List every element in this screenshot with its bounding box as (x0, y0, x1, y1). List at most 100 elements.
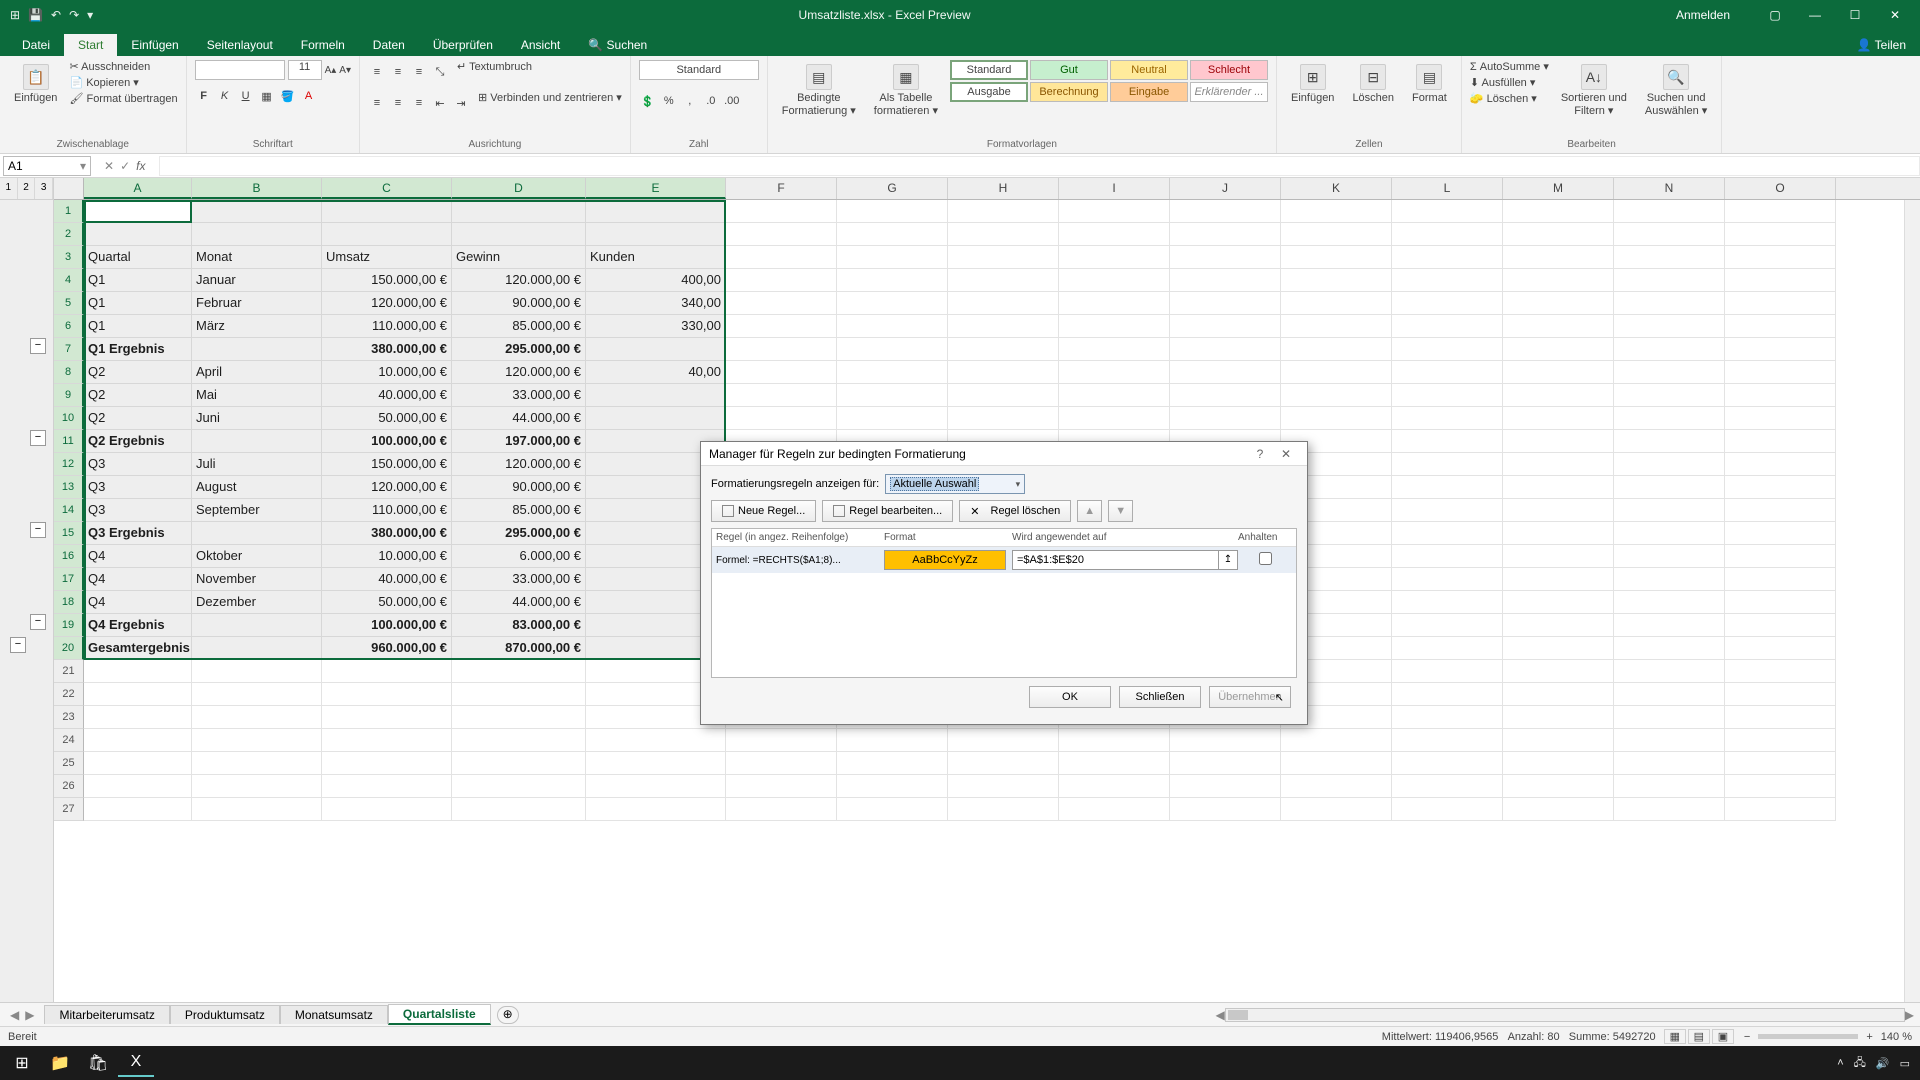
cell[interactable] (1503, 407, 1614, 430)
cell[interactable] (837, 269, 948, 292)
cell[interactable] (1503, 614, 1614, 637)
fx-icon[interactable]: fx (136, 159, 145, 173)
cell[interactable] (1170, 752, 1281, 775)
cell[interactable] (1170, 315, 1281, 338)
cell[interactable] (84, 660, 192, 683)
cell[interactable] (1614, 315, 1725, 338)
row-header[interactable]: 18 (54, 591, 84, 614)
italic-button[interactable]: K (216, 87, 234, 105)
cell[interactable]: 40,00 (586, 361, 726, 384)
cell[interactable] (1725, 568, 1836, 591)
cell[interactable] (1725, 384, 1836, 407)
cell[interactable] (192, 660, 322, 683)
cell[interactable] (1170, 384, 1281, 407)
cell[interactable] (1059, 315, 1170, 338)
cell[interactable] (1281, 752, 1392, 775)
cell[interactable] (726, 292, 837, 315)
cell[interactable] (586, 200, 726, 223)
excel-icon[interactable]: ⊞ (10, 8, 20, 22)
cell[interactable]: Mai (192, 384, 322, 407)
cell[interactable]: 100.000,00 € (322, 614, 452, 637)
cell[interactable] (1725, 775, 1836, 798)
col-header-J[interactable]: J (1170, 178, 1281, 199)
cell[interactable] (837, 292, 948, 315)
cell[interactable] (322, 683, 452, 706)
cell[interactable]: 110.000,00 € (322, 499, 452, 522)
row-header[interactable]: 13 (54, 476, 84, 499)
show-rules-for-combo[interactable]: Aktuelle Auswahl (885, 474, 1025, 494)
percent-icon[interactable]: % (660, 92, 678, 110)
cell[interactable] (1503, 683, 1614, 706)
cell[interactable] (948, 361, 1059, 384)
cell[interactable] (586, 223, 726, 246)
cell[interactable] (586, 752, 726, 775)
cell[interactable]: 83.000,00 € (452, 614, 586, 637)
cell[interactable]: Q3 (84, 499, 192, 522)
cell[interactable] (1503, 545, 1614, 568)
cell[interactable] (1503, 752, 1614, 775)
autosum-button[interactable]: Σ AutoSumme ▾ (1470, 60, 1549, 73)
redo-icon[interactable]: ↷ (69, 8, 79, 22)
cell[interactable] (1392, 752, 1503, 775)
cell[interactable] (1725, 292, 1836, 315)
excel-taskbar-icon[interactable]: X (118, 1049, 154, 1077)
cell[interactable]: Q1 Ergebnis (84, 338, 192, 361)
row-header[interactable]: 15 (54, 522, 84, 545)
page-break-view-icon[interactable]: ▣ (1712, 1029, 1734, 1044)
cell[interactable]: 10.000,00 € (322, 361, 452, 384)
col-header-N[interactable]: N (1614, 178, 1725, 199)
cell[interactable] (837, 200, 948, 223)
outline-level-1[interactable]: 1 (0, 178, 18, 199)
horizontal-scrollbar[interactable] (1225, 1008, 1905, 1022)
cell[interactable] (192, 752, 322, 775)
cell[interactable] (1392, 683, 1503, 706)
cell[interactable] (1170, 292, 1281, 315)
cell[interactable] (1503, 522, 1614, 545)
cell[interactable] (1614, 522, 1725, 545)
cell[interactable] (192, 338, 322, 361)
cell[interactable] (84, 200, 192, 223)
cell[interactable] (1614, 200, 1725, 223)
cell[interactable] (1503, 775, 1614, 798)
cond-format-button[interactable]: ▤ Bedingte Formatierung ▾ (776, 60, 862, 121)
row-header[interactable]: 19 (54, 614, 84, 637)
cell[interactable] (586, 798, 726, 821)
cell[interactable] (1059, 246, 1170, 269)
cell[interactable]: 44.000,00 € (452, 591, 586, 614)
fill-button[interactable]: ⬇ Ausfüllen ▾ (1470, 76, 1549, 89)
cell[interactable] (1614, 798, 1725, 821)
sheet-tab-2[interactable]: Monatsumsatz (280, 1005, 388, 1024)
cell[interactable] (1392, 315, 1503, 338)
cell[interactable]: Q3 (84, 476, 192, 499)
cell[interactable]: Juni (192, 407, 322, 430)
row-header[interactable]: 1 (54, 200, 84, 223)
cell[interactable] (1392, 614, 1503, 637)
cell[interactable] (586, 338, 726, 361)
cell[interactable] (1281, 246, 1392, 269)
cancel-fx-icon[interactable]: ✕ (104, 159, 114, 173)
format-painter-button[interactable]: 🖌 Format übertragen (69, 92, 177, 105)
cell[interactable] (726, 752, 837, 775)
outline-collapse-2[interactable]: − (30, 430, 46, 446)
cell[interactable] (586, 407, 726, 430)
cell[interactable] (948, 292, 1059, 315)
share-button[interactable]: 👤 Teilen (1843, 34, 1920, 56)
cell[interactable] (322, 775, 452, 798)
cell[interactable] (1614, 637, 1725, 660)
cell[interactable] (1170, 361, 1281, 384)
cell[interactable]: 40.000,00 € (322, 384, 452, 407)
col-header-E[interactable]: E (586, 178, 726, 199)
cell[interactable] (322, 200, 452, 223)
cell[interactable] (84, 775, 192, 798)
cell[interactable]: Dezember (192, 591, 322, 614)
add-sheet-button[interactable]: ⊕ (497, 1006, 519, 1024)
style-erklaerender[interactable]: Erklärender ... (1190, 82, 1268, 102)
cell[interactable] (948, 338, 1059, 361)
cell[interactable] (1170, 269, 1281, 292)
cell[interactable] (726, 338, 837, 361)
row-header[interactable]: 7 (54, 338, 84, 361)
cell[interactable] (1725, 522, 1836, 545)
cell[interactable] (1725, 269, 1836, 292)
cell[interactable]: Q2 (84, 361, 192, 384)
clear-button[interactable]: 🧽 Löschen ▾ (1470, 92, 1549, 105)
